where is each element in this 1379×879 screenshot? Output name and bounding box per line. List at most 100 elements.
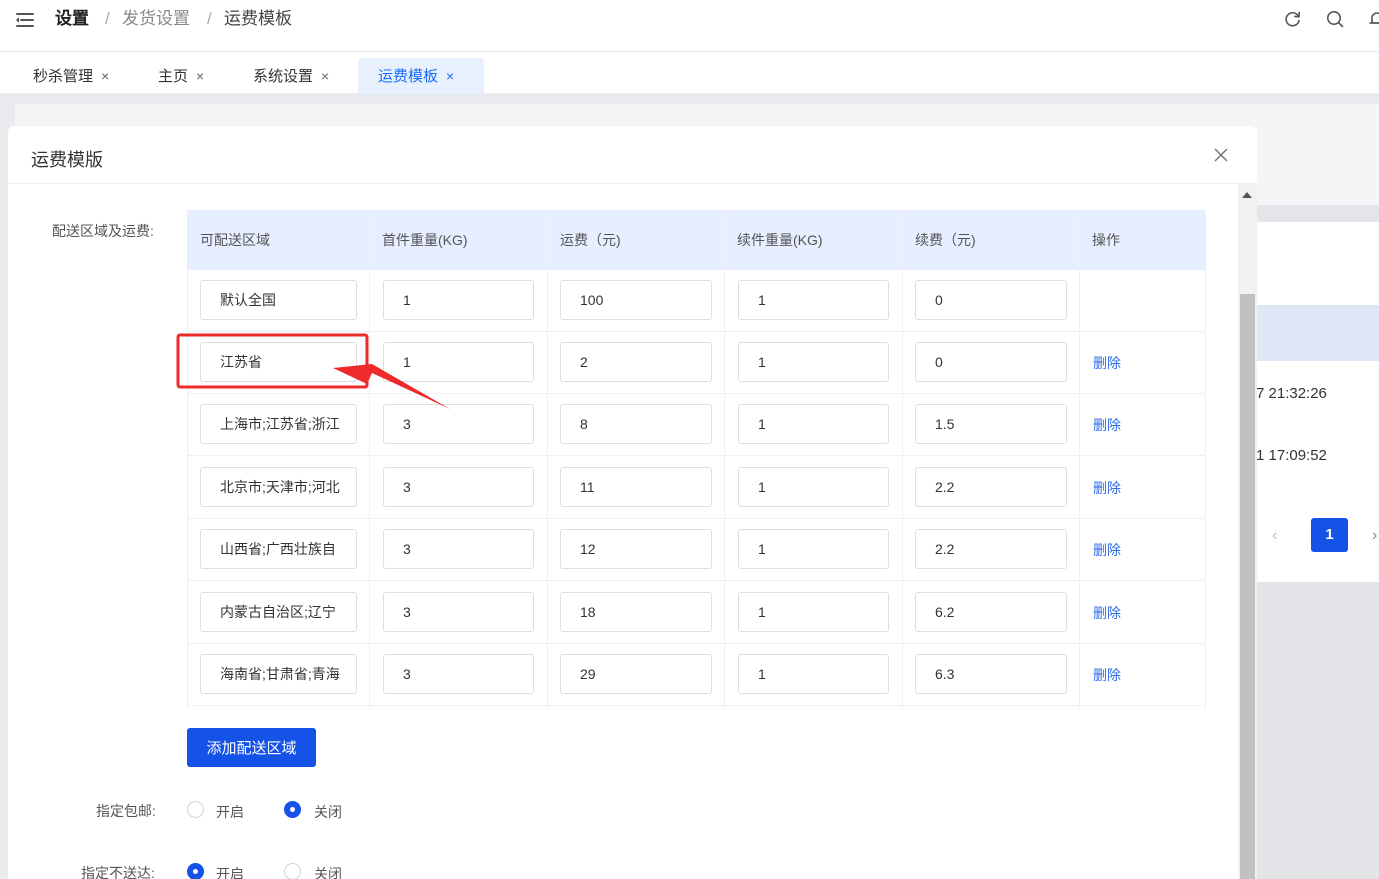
fee-input[interactable]: 11 <box>560 467 712 507</box>
delete-link[interactable]: 删除 <box>1093 644 1121 706</box>
tab-seckill[interactable]: 秒杀管理 × <box>33 58 109 94</box>
region-input[interactable]: 江苏省 <box>200 342 357 382</box>
column-header: 可配送区域 <box>200 232 270 248</box>
background-overlay <box>1257 582 1379 879</box>
first-weight-input[interactable]: 3 <box>383 404 534 444</box>
scrollbar-thumb[interactable] <box>1240 294 1255 879</box>
table-row: 江苏省 1 2 1 0 删除 <box>187 332 1206 394</box>
pagination-current-page[interactable]: 1 <box>1311 518 1348 552</box>
pagination-next-icon[interactable]: › <box>1372 527 1377 545</box>
fee-input[interactable]: 18 <box>560 592 712 632</box>
tab-system-settings[interactable]: 系统设置 × <box>253 58 329 94</box>
table-row: 默认全国 1 100 1 0 <box>187 270 1206 332</box>
shipping-template-modal: 运费模版 配送区域及运费: 可配送区域 首件重量(KG) 运费（元) 续件重量(… <box>8 126 1257 879</box>
column-header: 运费（元) <box>560 232 621 248</box>
radio-label[interactable]: 开启 <box>216 864 244 879</box>
no-delivery-label: 指定不送达: <box>81 865 155 879</box>
free-shipping-off-radio[interactable] <box>284 801 301 818</box>
region-input[interactable]: 山西省;广西壮族自 <box>200 529 357 569</box>
menu-toggle-icon[interactable] <box>16 11 36 29</box>
radio-label[interactable]: 开启 <box>216 802 244 822</box>
no-delivery-off-radio[interactable] <box>284 863 301 879</box>
extra-fee-input[interactable]: 1.5 <box>915 404 1067 444</box>
table-row: 山西省;广西壮族自 3 12 1 2.2 删除 <box>187 519 1206 581</box>
extra-weight-input[interactable]: 1 <box>738 342 889 382</box>
close-icon[interactable]: × <box>446 58 454 94</box>
table-row: 北京市;天津市;河北 3 11 1 2.2 删除 <box>187 457 1206 519</box>
tab-label: 运费模板 <box>378 68 439 85</box>
top-header: 设置 / 发货设置 / 运费模板 <box>0 0 1379 52</box>
close-icon[interactable]: × <box>196 58 204 94</box>
column-header: 首件重量(KG) <box>382 232 468 248</box>
first-weight-input[interactable]: 3 <box>383 529 534 569</box>
tab-label: 秒杀管理 <box>33 68 94 85</box>
first-weight-input[interactable]: 1 <box>383 342 534 382</box>
background-time: 7 21:32:26 <box>1256 385 1327 402</box>
first-weight-input[interactable]: 1 <box>383 280 534 320</box>
no-delivery-on-radio[interactable] <box>187 863 204 879</box>
extra-weight-input[interactable]: 1 <box>738 280 889 320</box>
delete-link[interactable]: 删除 <box>1093 332 1121 394</box>
bell-icon[interactable] <box>1368 10 1379 28</box>
delete-link[interactable]: 删除 <box>1093 582 1121 644</box>
first-weight-input[interactable]: 3 <box>383 592 534 632</box>
refresh-icon[interactable] <box>1284 10 1302 28</box>
region-input[interactable]: 上海市;江苏省;浙江 <box>200 404 357 444</box>
radio-label[interactable]: 关闭 <box>314 802 342 822</box>
delete-link[interactable]: 删除 <box>1093 457 1121 519</box>
fee-input[interactable]: 2 <box>560 342 712 382</box>
radio-label[interactable]: 关闭 <box>314 864 342 879</box>
region-input[interactable]: 海南省;甘肃省;青海 <box>200 654 357 694</box>
region-input[interactable]: 北京市;天津市;河北 <box>200 467 357 507</box>
fee-input[interactable]: 12 <box>560 529 712 569</box>
extra-weight-input[interactable]: 1 <box>738 529 889 569</box>
delete-link[interactable]: 删除 <box>1093 519 1121 581</box>
extra-fee-input[interactable]: 0 <box>915 280 1067 320</box>
close-icon[interactable] <box>1214 148 1228 162</box>
modal-header: 运费模版 <box>8 126 1257 184</box>
extra-fee-input[interactable]: 0 <box>915 342 1067 382</box>
modal-title: 运费模版 <box>31 150 103 170</box>
breadcrumb-current: 运费模板 <box>224 9 292 28</box>
free-shipping-on-radio[interactable] <box>187 801 204 818</box>
fee-input[interactable]: 29 <box>560 654 712 694</box>
region-input[interactable]: 默认全国 <box>200 280 357 320</box>
delivery-area-label: 配送区域及运费: <box>52 223 154 239</box>
scroll-up-arrow-icon[interactable] <box>1242 192 1252 198</box>
breadcrumb-shipping-settings[interactable]: 发货设置 <box>122 9 190 29</box>
free-shipping-label: 指定包邮: <box>96 803 156 819</box>
search-icon[interactable] <box>1326 10 1344 28</box>
background-time: 1 17:09:52 <box>1256 447 1327 464</box>
extra-fee-input[interactable]: 6.2 <box>915 592 1067 632</box>
close-icon[interactable]: × <box>321 58 329 94</box>
pagination-prev-icon[interactable]: ‹ <box>1272 527 1277 545</box>
extra-fee-input[interactable]: 2.2 <box>915 529 1067 569</box>
close-icon[interactable]: × <box>101 58 109 94</box>
extra-weight-input[interactable]: 1 <box>738 467 889 507</box>
extra-weight-input[interactable]: 1 <box>738 404 889 444</box>
add-delivery-area-button[interactable]: 添加配送区域 <box>187 728 316 767</box>
tab-shipping-template[interactable]: 运费模板 × <box>358 58 484 94</box>
extra-fee-input[interactable]: 6.3 <box>915 654 1067 694</box>
breadcrumb-separator: / <box>207 9 212 28</box>
table-row: 内蒙古自治区;辽宁 3 18 1 6.2 删除 <box>187 582 1206 644</box>
fee-input[interactable]: 100 <box>560 280 712 320</box>
extra-fee-input[interactable]: 2.2 <box>915 467 1067 507</box>
breadcrumb-settings[interactable]: 设置 <box>55 9 89 29</box>
table-row: 海南省;甘肃省;青海 3 29 1 6.3 删除 <box>187 644 1206 706</box>
table-header: 可配送区域 首件重量(KG) 运费（元) 续件重量(KG) 续费（元) 操作 <box>187 210 1206 270</box>
extra-weight-input[interactable]: 1 <box>738 654 889 694</box>
table-row: 上海市;江苏省;浙江 3 8 1 1.5 删除 <box>187 394 1206 456</box>
tab-label: 主页 <box>158 68 189 85</box>
tab-home[interactable]: 主页 × <box>158 58 204 94</box>
region-input[interactable]: 内蒙古自治区;辽宁 <box>200 592 357 632</box>
fee-input[interactable]: 8 <box>560 404 712 444</box>
modal-scrollbar[interactable] <box>1238 184 1257 879</box>
delete-link[interactable]: 删除 <box>1093 394 1121 456</box>
first-weight-input[interactable]: 3 <box>383 467 534 507</box>
first-weight-input[interactable]: 3 <box>383 654 534 694</box>
column-header: 续费（元) <box>915 232 976 248</box>
extra-weight-input[interactable]: 1 <box>738 592 889 632</box>
column-header: 续件重量(KG) <box>737 232 823 248</box>
background-selected-row <box>1257 305 1379 361</box>
